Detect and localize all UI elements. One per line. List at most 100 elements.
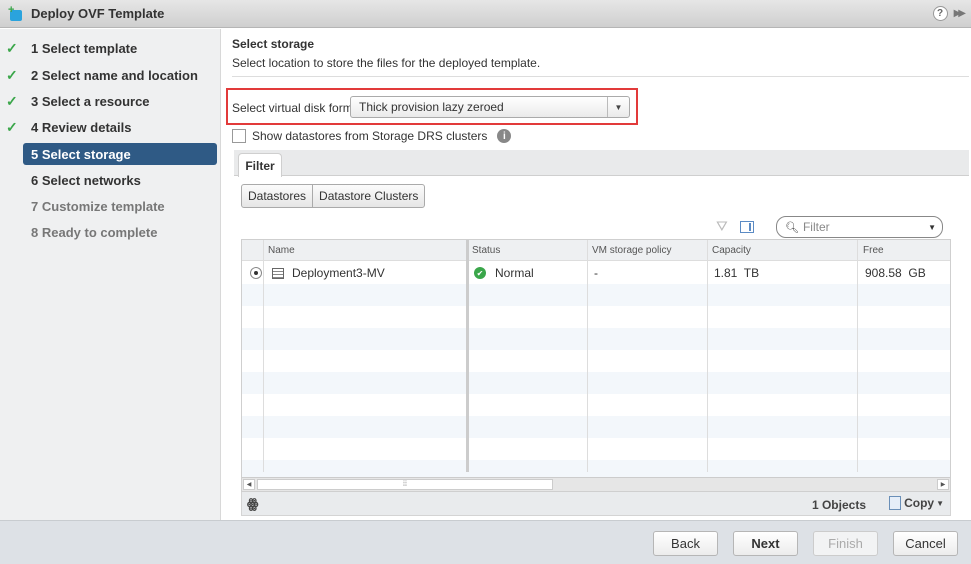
disk-format-value: Thick provision lazy zeroed <box>359 100 504 114</box>
filter-input[interactable]: 🔍︎ Filter ▼ <box>776 216 943 238</box>
capacity-cell: 1.81 TB <box>714 266 760 280</box>
show-drs-checkbox[interactable] <box>232 129 246 143</box>
datastore-icon <box>272 267 284 279</box>
column-header-policy[interactable]: VM storage policy <box>592 245 671 256</box>
datastore-name-cell: Deployment3-MV <box>272 266 385 280</box>
objects-count: 1 Objects <box>811 498 866 512</box>
step-select-storage[interactable]: 5 Select storage <box>23 143 217 165</box>
step-select-name-location[interactable]: ✓ 2 Select name and location <box>0 64 221 86</box>
datastore-grid: Name Status VM storage policy Capacity F… <box>241 239 951 492</box>
divider <box>232 76 969 77</box>
status-text: Normal <box>495 266 534 280</box>
scrollbar-thumb[interactable]: ⁞⁞ <box>257 479 553 490</box>
column-divider <box>857 240 858 472</box>
chevron-down-icon: ▼ <box>936 498 944 508</box>
step-number: 6 <box>31 172 39 188</box>
chevron-down-icon[interactable]: ▼ <box>928 223 936 232</box>
clear-filter-icon[interactable]: ⛛ <box>716 218 728 235</box>
step-label: Select a resource <box>41 93 150 109</box>
copy-label: Copy <box>904 496 935 510</box>
scroll-left-icon[interactable]: ◀ <box>243 479 255 490</box>
step-label: Ready to complete <box>41 224 158 240</box>
scroll-right-icon[interactable]: ▶ <box>937 479 949 490</box>
main-content: Select storage Select location to store … <box>222 29 971 520</box>
column-divider <box>707 240 708 472</box>
check-icon: ✓ <box>6 118 18 135</box>
page-subtitle: Select location to store the files for t… <box>232 56 541 70</box>
datastore-type-toggle: Datastores Datastore Clusters <box>241 184 426 208</box>
ovf-template-icon: + <box>8 4 24 22</box>
grid-header: Name Status VM storage policy Capacity F… <box>242 240 950 261</box>
step-review-details[interactable]: ✓ 4 Review details <box>0 116 221 138</box>
step-select-template[interactable]: ✓ 1 Select template <box>0 37 221 59</box>
chevron-down-icon: ▼ <box>607 97 629 117</box>
column-header-status[interactable]: Status <box>472 245 500 256</box>
disk-format-select[interactable]: Thick provision lazy zeroed ▼ <box>350 96 630 118</box>
copy-button[interactable]: Copy ▼ <box>889 496 944 510</box>
disk-format-label: Select virtual disk format: <box>232 101 367 115</box>
binoculars-icon[interactable]: ꙮ <box>247 496 258 512</box>
wizard-steps-sidebar: ✓ 1 Select template ✓ 2 Select name and lo… <box>0 29 221 520</box>
step-label: Select storage <box>41 146 131 162</box>
grid-footer: ꙮ 1 Objects Copy ▼ <box>241 492 951 516</box>
page-title: Select storage <box>232 37 315 51</box>
cancel-button[interactable]: Cancel <box>893 531 958 556</box>
tab-bar: Filter <box>234 150 969 177</box>
window-titlebar: + Deploy OVF Template ? ▶▶ <box>0 0 971 28</box>
check-icon: ✓ <box>6 66 18 83</box>
status-ok-icon: ✔ <box>474 267 486 279</box>
column-divider <box>587 240 588 472</box>
double-chevron-right-icon[interactable]: ▶▶ <box>954 8 967 19</box>
horizontal-scrollbar[interactable]: ◀ ⁞⁞ ▶ <box>242 477 950 491</box>
step-label: Review details <box>41 119 132 135</box>
step-label: Customize template <box>41 198 165 214</box>
step-select-resource[interactable]: ✓ 3 Select a resource <box>0 90 221 112</box>
status-cell: ✔ Normal <box>474 266 534 280</box>
next-button[interactable]: Next <box>733 531 798 556</box>
step-label: Select template <box>41 40 138 56</box>
step-number: 7 <box>31 198 39 214</box>
datastores-button[interactable]: Datastores <box>242 185 312 207</box>
columns-icon[interactable] <box>739 220 754 233</box>
step-ready-to-complete: 8 Ready to complete <box>0 221 221 243</box>
column-header-capacity[interactable]: Capacity <box>712 245 751 256</box>
info-icon[interactable]: i <box>497 129 512 143</box>
step-select-networks[interactable]: 6 Select networks <box>0 169 221 191</box>
policy-cell: - <box>594 266 598 280</box>
back-button[interactable]: Back <box>653 531 718 556</box>
column-divider[interactable] <box>466 240 469 472</box>
tab-filter[interactable]: Filter <box>238 153 282 177</box>
step-number: 5 <box>31 146 39 162</box>
show-drs-label: Show datastores from Storage DRS cluster… <box>252 129 488 143</box>
step-number: 2 <box>31 67 39 83</box>
column-divider <box>263 240 264 472</box>
window-title: Deploy OVF Template <box>31 6 165 21</box>
datastore-name: Deployment3-MV <box>292 266 385 280</box>
step-number: 8 <box>31 224 39 240</box>
column-header-name[interactable]: Name <box>268 245 295 256</box>
step-customize-template: 7 Customize template <box>0 195 221 217</box>
show-drs-row: Show datastores from Storage DRS cluster… <box>232 129 512 143</box>
empty-row <box>242 416 950 438</box>
filter-placeholder: Filter <box>802 220 830 234</box>
table-row[interactable]: Deployment3-MV ✔ Normal - 1.81 TB 908.58 … <box>242 262 950 284</box>
copy-icon <box>889 496 902 510</box>
column-header-free[interactable]: Free <box>863 245 884 256</box>
wizard-footer: Back Next Finish Cancel <box>0 520 971 564</box>
step-number: 1 <box>31 40 39 56</box>
free-cell: 908.58 GB <box>865 266 926 280</box>
grid-toolbar: ⛛ <box>716 218 754 235</box>
check-icon: ✓ <box>6 92 18 109</box>
datastore-clusters-button[interactable]: Datastore Clusters <box>312 185 424 207</box>
step-number: 4 <box>31 119 39 135</box>
search-icon: 🔍︎ <box>785 221 799 234</box>
empty-row <box>242 372 950 394</box>
row-radio[interactable] <box>250 267 262 279</box>
empty-row <box>242 284 950 306</box>
step-label: Select networks <box>41 172 141 188</box>
step-number: 3 <box>31 93 39 109</box>
check-icon: ✓ <box>6 39 18 56</box>
help-icon[interactable]: ? <box>932 6 948 21</box>
finish-button: Finish <box>813 531 878 556</box>
empty-row <box>242 328 950 350</box>
